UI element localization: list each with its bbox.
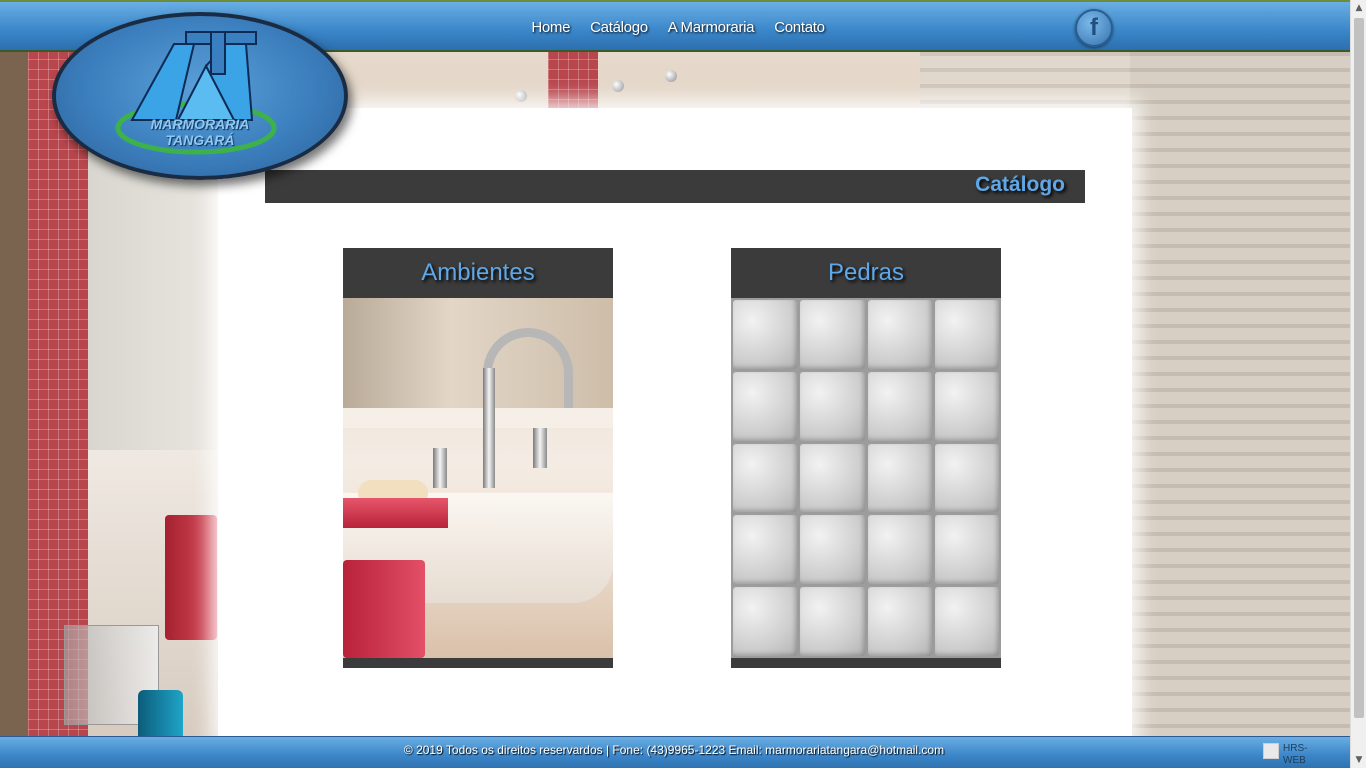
background-faucet-knob <box>612 80 624 92</box>
catalog-card-ambientes[interactable]: Ambientes <box>343 248 613 668</box>
card-title: Pedras <box>827 259 905 286</box>
stone-tile <box>733 515 798 585</box>
card-title: Ambientes <box>421 259 535 286</box>
stone-tile <box>934 300 999 369</box>
nav-catalogo[interactable]: Catálogo <box>580 19 658 36</box>
stone-tile <box>800 300 865 369</box>
nav-home[interactable]: Home <box>521 19 580 36</box>
bathroom-sink-image[interactable] <box>343 298 613 658</box>
background-pink-bottle <box>165 515 217 640</box>
stone-tile <box>800 515 865 585</box>
image-faucet-stem <box>483 368 495 488</box>
facebook-icon[interactable]: f <box>1075 9 1113 47</box>
stone-tile <box>934 515 999 585</box>
background-blue-bottle <box>138 690 183 740</box>
card-header: Ambientes <box>343 248 613 298</box>
developer-badge[interactable]: HRS-WEB <box>1263 743 1323 768</box>
stone-tile <box>867 443 932 513</box>
page-title: Catálogo <box>975 173 1065 196</box>
scroll-up-arrow-icon[interactable]: ▲ <box>1351 0 1366 16</box>
stone-tile <box>934 371 999 441</box>
stone-tile <box>934 443 999 513</box>
image-pink-box <box>343 560 425 658</box>
stone-tile <box>800 371 865 441</box>
developer-badge-label: HRS-WEB <box>1283 743 1308 766</box>
card-header: Pedras <box>731 248 1001 298</box>
page-title-bar: Catálogo <box>265 170 1085 203</box>
footer-bar: © 2019 Todos os direitos reservardos | F… <box>0 736 1350 768</box>
logo-mark-icon <box>115 31 277 155</box>
footer-copyright: © 2019 Todos os direitos reservardos | F… <box>403 743 945 757</box>
stone-tile <box>733 443 798 513</box>
stone-tile <box>867 587 932 656</box>
logo-text-line1: MARMORARIA <box>150 116 250 132</box>
stone-tiles-image[interactable] <box>731 298 1001 658</box>
broken-image-icon <box>1263 743 1279 759</box>
stone-tile <box>934 587 999 656</box>
image-soap-dish <box>343 498 448 528</box>
catalog-card-pedras[interactable]: Pedras <box>731 248 1001 668</box>
nav-a-marmoraria[interactable]: A Marmoraria <box>658 19 764 36</box>
image-faucet <box>483 328 573 408</box>
background-faucet-knob <box>665 70 677 82</box>
logo-text-line2: TANGARÁ <box>165 132 235 148</box>
stone-tile <box>867 300 932 369</box>
image-knob <box>533 428 547 468</box>
stone-tile <box>867 371 932 441</box>
stone-tile <box>800 587 865 656</box>
page-scrollbar[interactable]: ▲ ▼ <box>1350 0 1366 768</box>
stone-tile <box>800 443 865 513</box>
scroll-thumb[interactable] <box>1354 18 1364 718</box>
stone-tile <box>733 587 798 656</box>
background-faucet-knob <box>515 90 527 102</box>
stone-tile <box>733 300 798 369</box>
stone-tile <box>733 371 798 441</box>
logo[interactable]: MARMORARIA TANGARÁ <box>52 12 348 180</box>
background-door-frame <box>0 40 28 740</box>
background-blinds-right <box>1130 40 1350 740</box>
image-knob <box>433 448 447 488</box>
scroll-down-arrow-icon[interactable]: ▼ <box>1351 752 1366 768</box>
stone-tile <box>867 515 932 585</box>
image-ledge <box>343 408 613 428</box>
nav-contato[interactable]: Contato <box>764 19 834 36</box>
